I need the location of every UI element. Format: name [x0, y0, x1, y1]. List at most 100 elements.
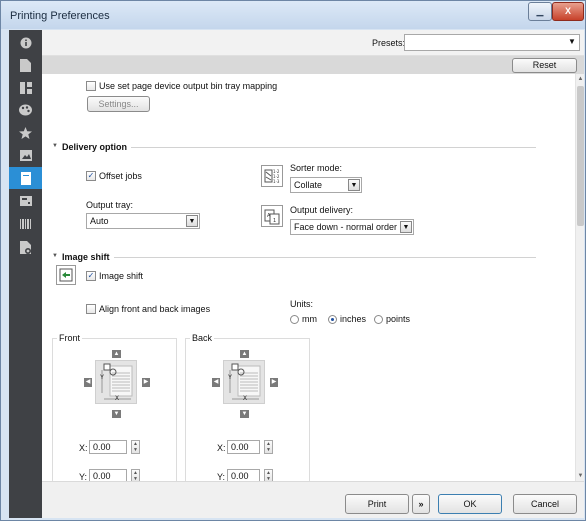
sidebar-item-info[interactable] [9, 32, 42, 54]
sidebar-item-favorites[interactable] [9, 122, 42, 144]
sorter-mode-label: Sorter mode: [290, 163, 343, 173]
units-points-label: points [386, 314, 411, 324]
back-shift-up-button[interactable]: ▲ [240, 350, 249, 358]
device-icon [19, 196, 32, 206]
delivery-option-section-header[interactable]: ▼ Delivery option [52, 142, 536, 152]
units-inches-label: inches [340, 314, 367, 324]
sorter-icon: 1·2 1·2 1·3 [261, 165, 283, 187]
svg-text:1: 1 [273, 218, 276, 224]
image-shift-section-header[interactable]: ▼ Image shift [52, 252, 536, 262]
presets-dropdown[interactable]: ▼ [404, 34, 580, 51]
output-tray-label: Output tray: [86, 200, 134, 210]
front-y-input[interactable]: 0.00 [89, 469, 127, 481]
bin-tray-mapping-checkbox[interactable]: Use set page device output bin tray mapp… [86, 81, 277, 91]
back-page-preview: Y X [223, 360, 265, 404]
dialog-footer: Print » OK Cancel [42, 481, 584, 518]
back-x-input[interactable]: 0.00 [227, 440, 260, 454]
offset-jobs-checkbox[interactable]: ✓ Offset jobs [86, 171, 142, 181]
sorter-mode-value: Collate [294, 180, 323, 190]
vertical-scrollbar[interactable]: ▲ ▼ [575, 74, 584, 481]
front-x-spinner[interactable]: ▲ ▼ [131, 440, 140, 454]
back-y-input[interactable]: 0.00 [227, 469, 260, 481]
units-mm-radio[interactable]: mm [290, 314, 317, 324]
close-button[interactable]: X [552, 2, 584, 21]
front-x-input[interactable]: 0.00 [89, 440, 127, 454]
ok-button[interactable]: OK [438, 494, 502, 514]
more-options-button[interactable]: » [412, 494, 430, 514]
page-settings-icon [19, 240, 31, 254]
output-icon [20, 171, 31, 185]
output-delivery-label: Output delivery: [290, 205, 354, 215]
title-bar: Printing Preferences ▁ ▢ X [1, 1, 585, 29]
category-sidebar [9, 30, 42, 518]
sidebar-item-layout[interactable] [9, 77, 42, 99]
front-page-preview: Y X [95, 360, 137, 404]
align-images-checkbox[interactable]: Align front and back images [86, 304, 210, 314]
image-shift-checkbox[interactable]: ✓ Image shift [86, 271, 143, 281]
front-shift-left-button[interactable]: ◀ [84, 378, 92, 387]
presets-label: Presets: [372, 38, 406, 48]
output-delivery-dropdown[interactable]: Face down - normal order ▼ [290, 219, 414, 235]
front-shift-right-button[interactable]: ▶ [142, 378, 150, 387]
document-icon [20, 58, 31, 72]
reset-button[interactable]: Reset [512, 58, 577, 73]
sidebar-item-device[interactable] [9, 190, 42, 212]
delivery-option-title: Delivery option [62, 142, 132, 152]
front-x-label: X: [79, 443, 88, 453]
layout-icon [19, 82, 32, 94]
sidebar-item-output[interactable] [9, 167, 42, 189]
image-shift-icon [56, 265, 76, 285]
front-shift-up-button[interactable]: ▲ [112, 350, 121, 358]
sorter-mode-dropdown[interactable]: Collate ▼ [290, 177, 362, 193]
radio-circle [374, 314, 383, 324]
output-delivery-value: Face down - normal order [294, 222, 398, 232]
scrollbar-thumb[interactable] [577, 86, 584, 226]
cancel-button[interactable]: Cancel [513, 494, 577, 514]
window-title: Printing Preferences [10, 10, 110, 22]
palette-icon [19, 104, 32, 116]
front-label: Front [57, 333, 83, 343]
back-shift-group: Back ▲ ◀ ▶ ▼ Y X X: 0.00 ▲ ▼ Y: 0.00 ▲ ▼ [185, 333, 310, 481]
star-icon [19, 127, 32, 139]
print-button[interactable]: Print [345, 494, 409, 514]
scroll-down-arrow-icon[interactable]: ▼ [576, 471, 585, 481]
chevron-down-icon: ▼ [348, 179, 360, 191]
scroll-up-arrow-icon[interactable]: ▲ [576, 74, 585, 84]
back-x-label: X: [217, 443, 226, 453]
back-shift-down-button[interactable]: ▼ [240, 410, 249, 418]
chevron-down-icon: ▼ [568, 37, 576, 46]
svg-text:A: A [267, 213, 271, 219]
radio-circle [328, 314, 337, 324]
front-y-label: Y: [79, 472, 88, 481]
sidebar-item-image[interactable] [9, 144, 42, 166]
bin-tray-settings-button[interactable]: Settings... [87, 96, 150, 112]
sidebar-item-barcode[interactable] [9, 213, 42, 235]
back-y-spinner[interactable]: ▲ ▼ [264, 469, 273, 481]
back-shift-right-button[interactable]: ▶ [270, 378, 278, 387]
units-mm-label: mm [302, 314, 317, 324]
back-y-axis-label: Y [228, 375, 233, 381]
output-delivery-icon: A1 [261, 205, 283, 227]
svg-text:1·3: 1·3 [273, 179, 280, 184]
front-x-axis-label: X [115, 396, 120, 402]
barcode-icon [19, 219, 31, 229]
image-shift-label: Image shift [99, 271, 144, 281]
front-shift-down-button[interactable]: ▼ [112, 410, 121, 418]
checkbox-box: ✓ [86, 171, 96, 181]
minimize-button[interactable]: ▁ [528, 2, 552, 21]
presets-bar: Presets: ▼ [42, 30, 584, 56]
collapse-triangle-icon: ▼ [52, 253, 58, 259]
sidebar-item-page-settings[interactable] [9, 236, 42, 258]
radio-circle [290, 314, 299, 324]
checkbox-box [86, 81, 96, 91]
units-points-radio[interactable]: points [374, 314, 410, 324]
units-inches-radio[interactable]: inches [328, 314, 366, 324]
front-y-spinner[interactable]: ▲ ▼ [131, 469, 140, 481]
bin-tray-mapping-label: Use set page device output bin tray mapp… [99, 81, 278, 91]
sidebar-item-color[interactable] [9, 99, 42, 121]
output-tray-dropdown[interactable]: Auto ▼ [86, 213, 200, 229]
back-label: Back [190, 333, 215, 343]
back-x-spinner[interactable]: ▲ ▼ [264, 440, 273, 454]
back-shift-left-button[interactable]: ◀ [212, 378, 220, 387]
sidebar-item-document[interactable] [9, 54, 42, 76]
